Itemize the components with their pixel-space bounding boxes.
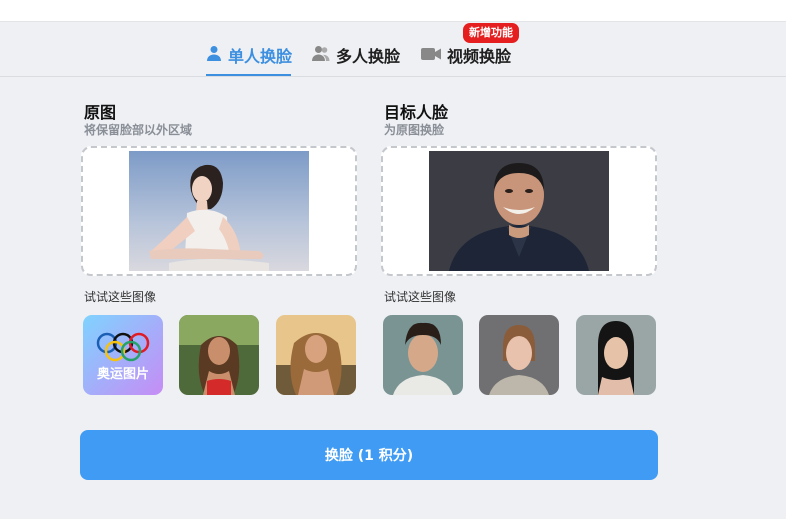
video-camera-icon xyxy=(421,46,441,65)
tab-label: 单人换脸 xyxy=(228,47,293,66)
sample-woman-dark-hair[interactable] xyxy=(576,315,656,395)
active-tab-indicator xyxy=(206,74,291,76)
target-subtitle: 为原图换脸 xyxy=(384,123,445,137)
tab-video-face-swap[interactable]: 视频换脸 xyxy=(421,44,511,66)
sample-man-curly-hair[interactable] xyxy=(383,315,463,395)
top-bar xyxy=(0,0,786,22)
tab-single-face-swap[interactable]: 单人换脸 xyxy=(206,44,292,66)
sample-woman-red-top[interactable] xyxy=(179,315,259,395)
source-samples-label: 试试这些图像 xyxy=(84,290,157,304)
person-icon xyxy=(206,45,222,65)
tab-label: 多人换脸 xyxy=(336,47,401,66)
sample-olympic[interactable]: 奥运图片 xyxy=(83,315,163,395)
target-title: 目标人脸 xyxy=(384,103,449,122)
olympic-label: 奥运图片 xyxy=(96,367,149,382)
new-feature-badge: 新增功能 xyxy=(463,23,519,43)
source-image-dropzone[interactable] xyxy=(81,146,357,276)
tab-label: 视频换脸 xyxy=(447,47,512,66)
mode-tabs: 单人换脸 多人换脸 视频换脸 xyxy=(0,22,786,77)
target-samples-label: 试试这些图像 xyxy=(384,290,457,304)
tab-multi-face-swap[interactable]: 多人换脸 xyxy=(312,44,400,66)
people-icon xyxy=(312,45,330,65)
source-image xyxy=(129,151,309,271)
source-subtitle: 将保留脸部以外区域 xyxy=(84,123,193,137)
target-image xyxy=(429,151,609,271)
sample-woman-sunset[interactable] xyxy=(276,315,356,395)
target-face-dropzone[interactable] xyxy=(381,146,657,276)
face-swap-button[interactable]: 换脸 (1 积分) xyxy=(80,430,658,480)
sample-woman-freckles[interactable] xyxy=(479,315,559,395)
source-title: 原图 xyxy=(84,103,117,122)
